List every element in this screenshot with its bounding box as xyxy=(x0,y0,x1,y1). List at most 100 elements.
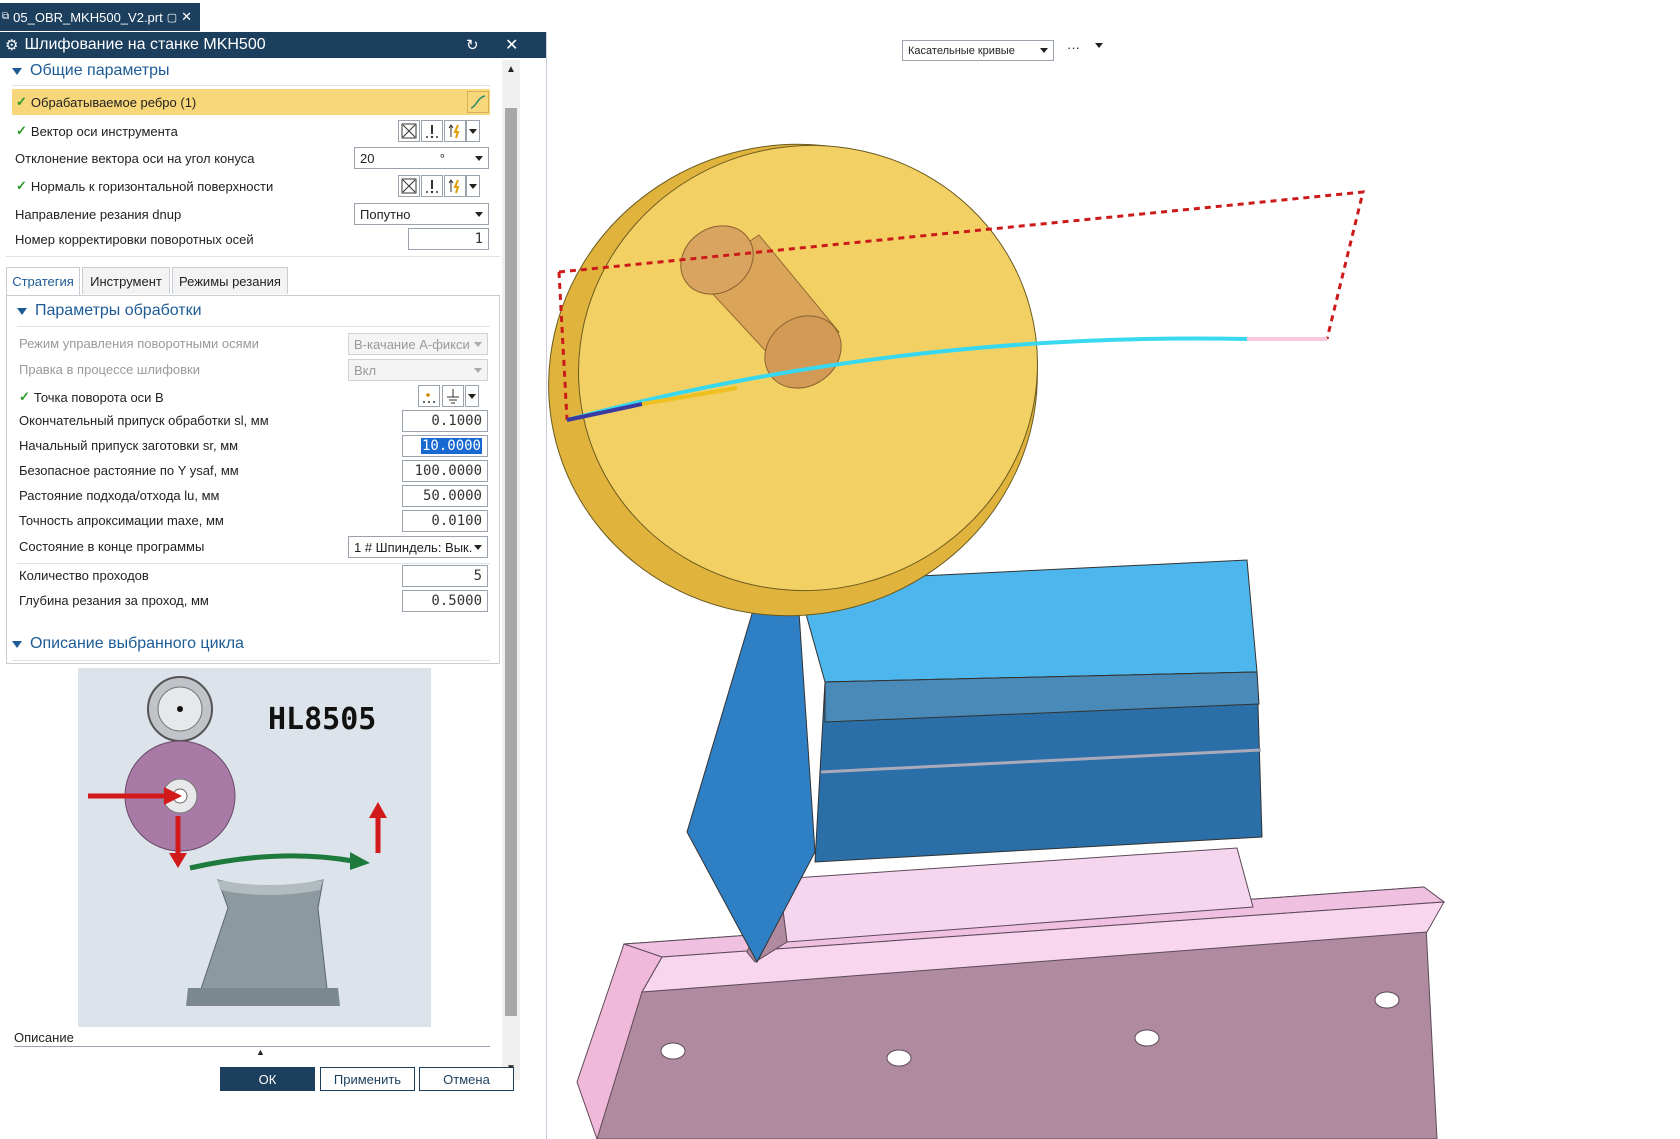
edge-select-label: Обрабатываемое ребро (1) xyxy=(30,94,197,110)
section-processing-title: Параметры обработки xyxy=(35,302,202,319)
tab-strip: Стратегия Инструмент Режимы резания xyxy=(6,267,500,295)
dropdown-arrow-icon xyxy=(469,183,477,189)
vector-dialog-icon[interactable] xyxy=(398,120,420,142)
tab-tool[interactable]: Инструмент xyxy=(82,267,170,294)
collapse-icon xyxy=(17,307,27,315)
end-state-select[interactable]: 1 # Шпиндель: Вык. xyxy=(348,536,488,558)
dialog-title-bar: ⚙ Шлифование на станке MKH500 ↻ ✕ xyxy=(0,32,546,58)
vector-dialog-icon[interactable] xyxy=(398,175,420,197)
ok-button[interactable]: ОК xyxy=(220,1067,315,1091)
section-processing-header[interactable]: Параметры обработки xyxy=(17,298,202,324)
pass-count-input[interactable]: 5 xyxy=(402,565,488,587)
horizontal-normal-label: Нормаль к горизонтальной поверхности xyxy=(30,178,274,194)
divider xyxy=(12,660,490,661)
tab-cutting-modes[interactable]: Режимы резания xyxy=(172,267,288,294)
dressing-label: Правка в процессе шлифовки xyxy=(19,362,200,377)
part-file-icon: ⧉ xyxy=(2,11,10,22)
check-icon: ✓ xyxy=(16,94,27,109)
dropdown-arrow-icon xyxy=(474,367,482,373)
section-general-header[interactable]: Общие параметры xyxy=(12,58,170,84)
curve-select-icon[interactable] xyxy=(467,91,489,113)
edge-select-row[interactable]: ✓ Обрабатываемое ребро (1) xyxy=(12,89,490,115)
axis-correction-input[interactable]: 1 xyxy=(408,228,489,250)
divider xyxy=(12,85,490,86)
reset-icon[interactable]: ↻ xyxy=(466,36,479,54)
dialog-title: Шлифование на станке MKH500 xyxy=(24,36,266,53)
cut-direction-select[interactable]: Попутно xyxy=(354,203,489,225)
section-cycle-header[interactable]: Описание выбранного цикла xyxy=(12,631,244,657)
divider xyxy=(17,326,490,327)
dressing-select[interactable]: Вкл xyxy=(348,359,488,381)
expand-up-icon[interactable]: ▲ xyxy=(256,1047,265,1057)
divider xyxy=(6,256,500,257)
pivot-point-row: ✓ Точка поворота оси B xyxy=(19,386,164,408)
collapse-icon xyxy=(12,640,22,648)
rotary-axes-mode-value: B-качание A-фикси xyxy=(354,336,470,352)
apply-button[interactable]: Применить xyxy=(320,1067,415,1091)
file-tab-label: 05_OBR_MKH500_V2.prt xyxy=(13,9,163,25)
grinding-dialog: ⚙ Шлифование на станке MKH500 ↻ ✕ ▲ ▼ Об… xyxy=(0,32,547,1139)
collapse-icon xyxy=(12,67,22,75)
safe-distance-input[interactable]: 100.0000 xyxy=(402,460,488,482)
grinding-diagram-icon xyxy=(88,676,387,1006)
pass-count-label: Количество проходов xyxy=(19,568,149,583)
approach-distance-label: Растояние подхода/отхода lu, мм xyxy=(19,488,220,503)
cancel-button[interactable]: Отмена xyxy=(419,1067,514,1091)
check-icon: ✓ xyxy=(19,389,30,404)
dialog-scrollbar[interactable]: ▲ ▼ xyxy=(502,60,520,1080)
section-general-title: Общие параметры xyxy=(30,62,170,79)
dropdown-arrow-icon xyxy=(474,341,482,347)
tool-axis-label: Вектор оси инструмента xyxy=(30,123,178,139)
divider xyxy=(17,563,490,564)
file-tab[interactable]: ⧉ 05_OBR_MKH500_V2.prt ▢ ✕ xyxy=(0,3,201,31)
initial-allowance-label: Начальный припуск заготовки sr, мм xyxy=(19,438,239,453)
model-scene xyxy=(548,143,1446,1139)
dropdown-arrow-icon xyxy=(475,211,483,217)
cut-direction-label: Направление резания dnup xyxy=(15,206,182,222)
approach-distance-input[interactable]: 50.0000 xyxy=(402,485,488,507)
inferred-point-icon[interactable] xyxy=(442,385,464,407)
scrollbar-thumb[interactable] xyxy=(505,108,517,1016)
cone-angle-input[interactable]: 20 ° xyxy=(354,147,489,169)
inferred-vector-icon[interactable] xyxy=(444,175,466,197)
graphics-viewport[interactable]: Касательные кривые ··· xyxy=(547,32,1680,1139)
vector-options-dropdown[interactable] xyxy=(466,175,480,197)
pin-icon[interactable]: ▢ xyxy=(167,11,177,24)
rotary-axes-mode-select[interactable]: B-качание A-фикси xyxy=(348,333,488,355)
vector-options-dropdown[interactable] xyxy=(466,120,480,142)
rotary-axes-mode-label: Режим управления поворотными осями xyxy=(19,336,259,351)
depth-per-pass-label: Глубина резания за проход, мм xyxy=(19,593,209,608)
end-state-value: 1 # Шпиндель: Вык. xyxy=(354,539,473,555)
initial-allowance-input[interactable]: 10.0000 xyxy=(402,435,488,457)
pivot-point-label: Точка поворота оси B xyxy=(33,389,164,405)
dropdown-arrow-icon xyxy=(474,544,482,550)
initial-allowance-value: 10.0000 xyxy=(420,438,482,454)
dropdown-arrow-icon xyxy=(475,155,483,161)
close-icon[interactable]: ✕ xyxy=(505,35,518,55)
check-icon: ✓ xyxy=(16,178,27,193)
close-tab-icon[interactable]: ✕ xyxy=(181,9,192,25)
dropdown-arrow-icon xyxy=(469,128,477,134)
dressing-value: Вкл xyxy=(354,362,377,378)
approx-accuracy-input[interactable]: 0.0100 xyxy=(402,510,488,532)
section-cycle-title: Описание выбранного цикла xyxy=(30,635,244,652)
cone-angle-unit: ° xyxy=(439,150,445,166)
approx-accuracy-label: Точность апроксимации maxe, мм xyxy=(19,513,224,528)
point-options-dropdown[interactable] xyxy=(465,385,479,407)
dropdown-arrow-icon xyxy=(468,393,476,399)
final-allowance-input[interactable]: 0.1000 xyxy=(402,410,488,432)
scroll-up-icon[interactable]: ▲ xyxy=(506,64,516,75)
cycle-illustration: HL8505 xyxy=(78,668,431,1027)
safe-distance-label: Безопасное растояние по Y ysaf, мм xyxy=(19,463,239,478)
vector-constructor-icon[interactable] xyxy=(421,120,443,142)
depth-per-pass-input[interactable]: 0.5000 xyxy=(402,590,488,612)
cone-angle-label: Отклонение вектора оси на угол конуса xyxy=(15,150,255,166)
document-tab-bar: ⧉ 05_OBR_MKH500_V2.prt ▢ ✕ xyxy=(0,0,1680,34)
inferred-vector-icon[interactable] xyxy=(444,120,466,142)
axis-correction-label: Номер корректировки поворотных осей xyxy=(15,231,254,247)
vector-constructor-icon[interactable] xyxy=(421,175,443,197)
tab-strategy[interactable]: Стратегия xyxy=(6,267,80,295)
point-dialog-icon[interactable] xyxy=(418,385,440,407)
cone-angle-value: 20 xyxy=(360,150,375,166)
description-field[interactable] xyxy=(14,1046,490,1055)
